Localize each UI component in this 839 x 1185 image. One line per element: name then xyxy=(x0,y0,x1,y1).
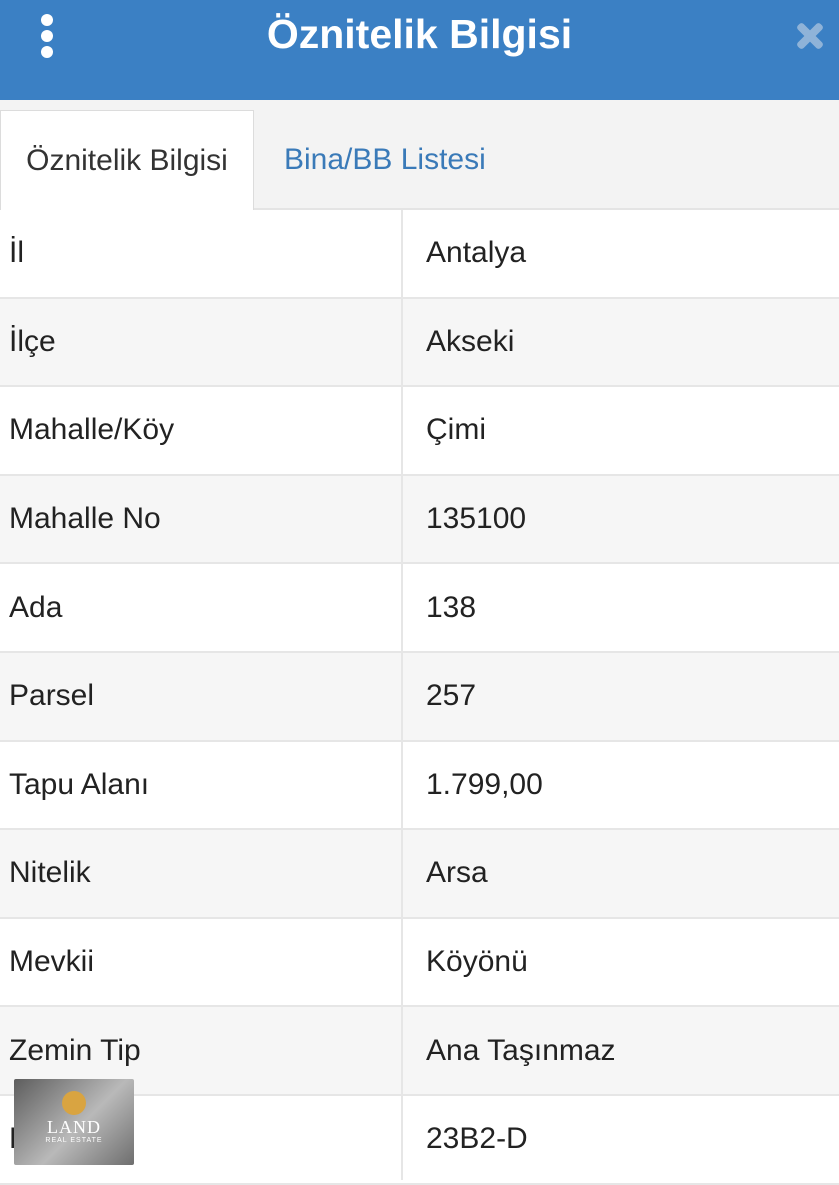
tab-bar: Öznitelik Bilgisi Bina/BB Listesi xyxy=(0,100,839,210)
table-row: İl Antalya xyxy=(0,210,839,299)
table-row: Parsel 257 xyxy=(0,652,839,742)
row-value: 135100 xyxy=(426,502,527,536)
row-value: Ana Taşınmaz xyxy=(426,1033,616,1067)
table-row: Tapu Alanı 1.799,00 xyxy=(0,742,839,831)
row-key: Tapu Alanı xyxy=(9,767,150,801)
row-key: Parsel xyxy=(9,679,95,713)
close-icon[interactable] xyxy=(792,18,828,54)
row-key: Mahalle/Köy xyxy=(9,413,175,447)
row-key: Ada xyxy=(9,590,63,624)
land-logo: LAND REAL ESTATE xyxy=(14,1079,134,1165)
tab-bina-bb-listesi[interactable]: Bina/BB Listesi xyxy=(284,110,486,210)
row-value: Köyönü xyxy=(426,945,528,979)
dialog-title: Öznitelik Bilgisi xyxy=(266,11,573,57)
table-row: Mahalle/Köy Çimi xyxy=(0,387,839,476)
row-value: Arsa xyxy=(426,856,488,890)
row-value: 1.799,00 xyxy=(426,767,543,801)
row-key: İl xyxy=(9,236,24,270)
row-value: Çimi xyxy=(426,413,486,447)
sun-icon xyxy=(62,1091,86,1115)
table-row: Nitelik Arsa xyxy=(0,830,839,919)
table-row: Ada 138 xyxy=(0,564,839,653)
title-bar: Öznitelik Bilgisi xyxy=(0,0,839,100)
row-key: İlçe xyxy=(9,324,56,358)
logo-text: LAND xyxy=(47,1117,101,1137)
table-row: İlçe Akseki xyxy=(0,298,839,388)
tab-oznitelik-bilgisi[interactable]: Öznitelik Bilgisi xyxy=(0,110,254,210)
row-value: 23B2-D xyxy=(426,1122,528,1156)
table-row: Mevkii Köyönü xyxy=(0,919,839,1008)
row-value: 257 xyxy=(426,679,477,713)
row-value: Akseki xyxy=(426,324,515,358)
attribute-table: İl Antalya İlçe Akseki Mahalle/Köy Çimi … xyxy=(0,210,839,1185)
logo-subtext: REAL ESTATE xyxy=(45,1137,103,1144)
column-divider xyxy=(401,210,403,1180)
row-key: Nitelik xyxy=(9,856,91,890)
row-key: Mahalle No xyxy=(9,502,161,536)
row-value: 138 xyxy=(426,590,477,624)
table-row: Mahalle No 135100 xyxy=(0,475,839,565)
row-key: Mevkii xyxy=(9,945,95,979)
row-value: Antalya xyxy=(426,236,527,270)
